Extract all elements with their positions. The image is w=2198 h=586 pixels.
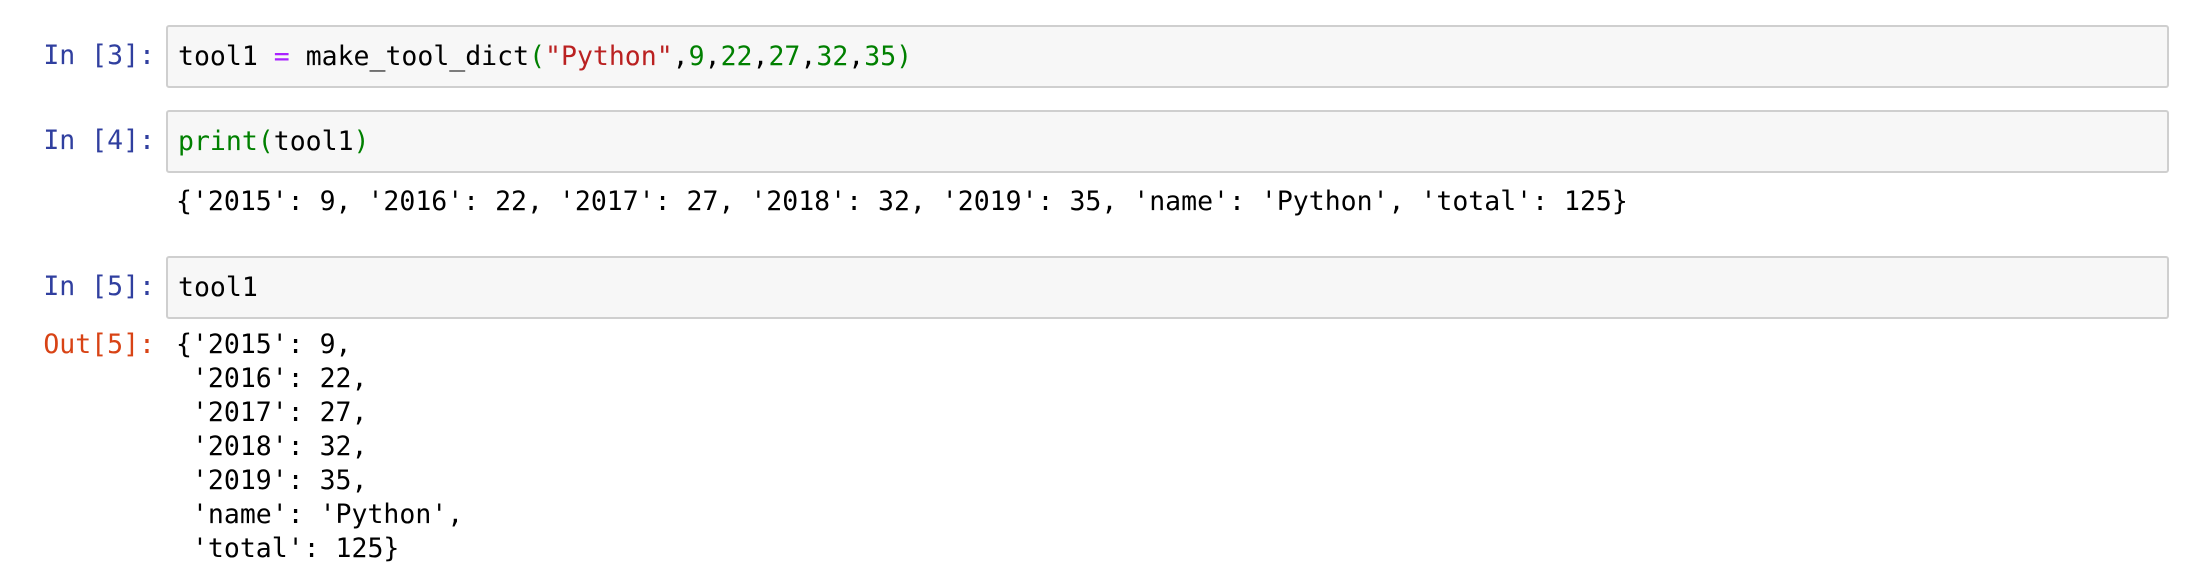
code-token-comma: ,: [672, 41, 689, 72]
code-token-string: "Python": [545, 41, 673, 72]
code-token-comma: ,: [752, 41, 769, 72]
code-token-number: 32: [816, 41, 849, 72]
code-token-paren: (: [529, 41, 546, 72]
code-cell-3[interactable]: tool1 = make_tool_dict("Python",9,22,27,…: [166, 25, 2169, 88]
input-prompt-3: In [3]:: [43, 40, 155, 71]
code-token-comma: ,: [848, 41, 865, 72]
code-token-builtin: print: [178, 126, 258, 157]
code-token-variable: tool1: [178, 41, 258, 72]
code-token-number: 27: [768, 41, 801, 72]
code-line: tool1: [178, 272, 258, 303]
code-line: tool1 = make_tool_dict("Python",9,22,27,…: [178, 40, 912, 74]
code-cell-5[interactable]: tool1: [166, 256, 2169, 319]
result-line: '2018': 32,: [176, 431, 368, 462]
result-line: 'total': 125}: [176, 533, 400, 564]
code-token-number: 35: [864, 41, 897, 72]
result-line: '2016': 22,: [176, 363, 368, 394]
code-token-number: 9: [688, 41, 705, 72]
stream-output-4: {'2015': 9, '2016': 22, '2017': 27, '201…: [176, 186, 1628, 217]
code-line: print(tool1): [178, 125, 370, 159]
code-token-comma: ,: [704, 41, 721, 72]
output-prompt-5: Out[5]:: [43, 329, 155, 360]
input-prompt-5: In [5]:: [43, 271, 155, 302]
result-line: '2019': 35,: [176, 465, 368, 496]
code-token-variable: tool1: [273, 126, 354, 157]
result-line: 'name': 'Python',: [176, 499, 464, 530]
code-token-paren: (: [257, 126, 274, 157]
code-token-comma: ,: [800, 41, 817, 72]
notebook: In [3]: tool1 = make_tool_dict("Python",…: [0, 0, 2198, 586]
code-token-operator: =: [273, 41, 290, 72]
result-line: '2017': 27,: [176, 397, 368, 428]
input-prompt-4: In [4]:: [43, 125, 155, 156]
code-token-function: make_tool_dict: [305, 41, 530, 72]
result-line: {'2015': 9,: [176, 329, 352, 360]
code-token-paren: ): [353, 126, 370, 157]
code-token-number: 22: [720, 41, 753, 72]
code-token-paren: ): [896, 41, 913, 72]
code-cell-4[interactable]: print(tool1): [166, 110, 2169, 173]
